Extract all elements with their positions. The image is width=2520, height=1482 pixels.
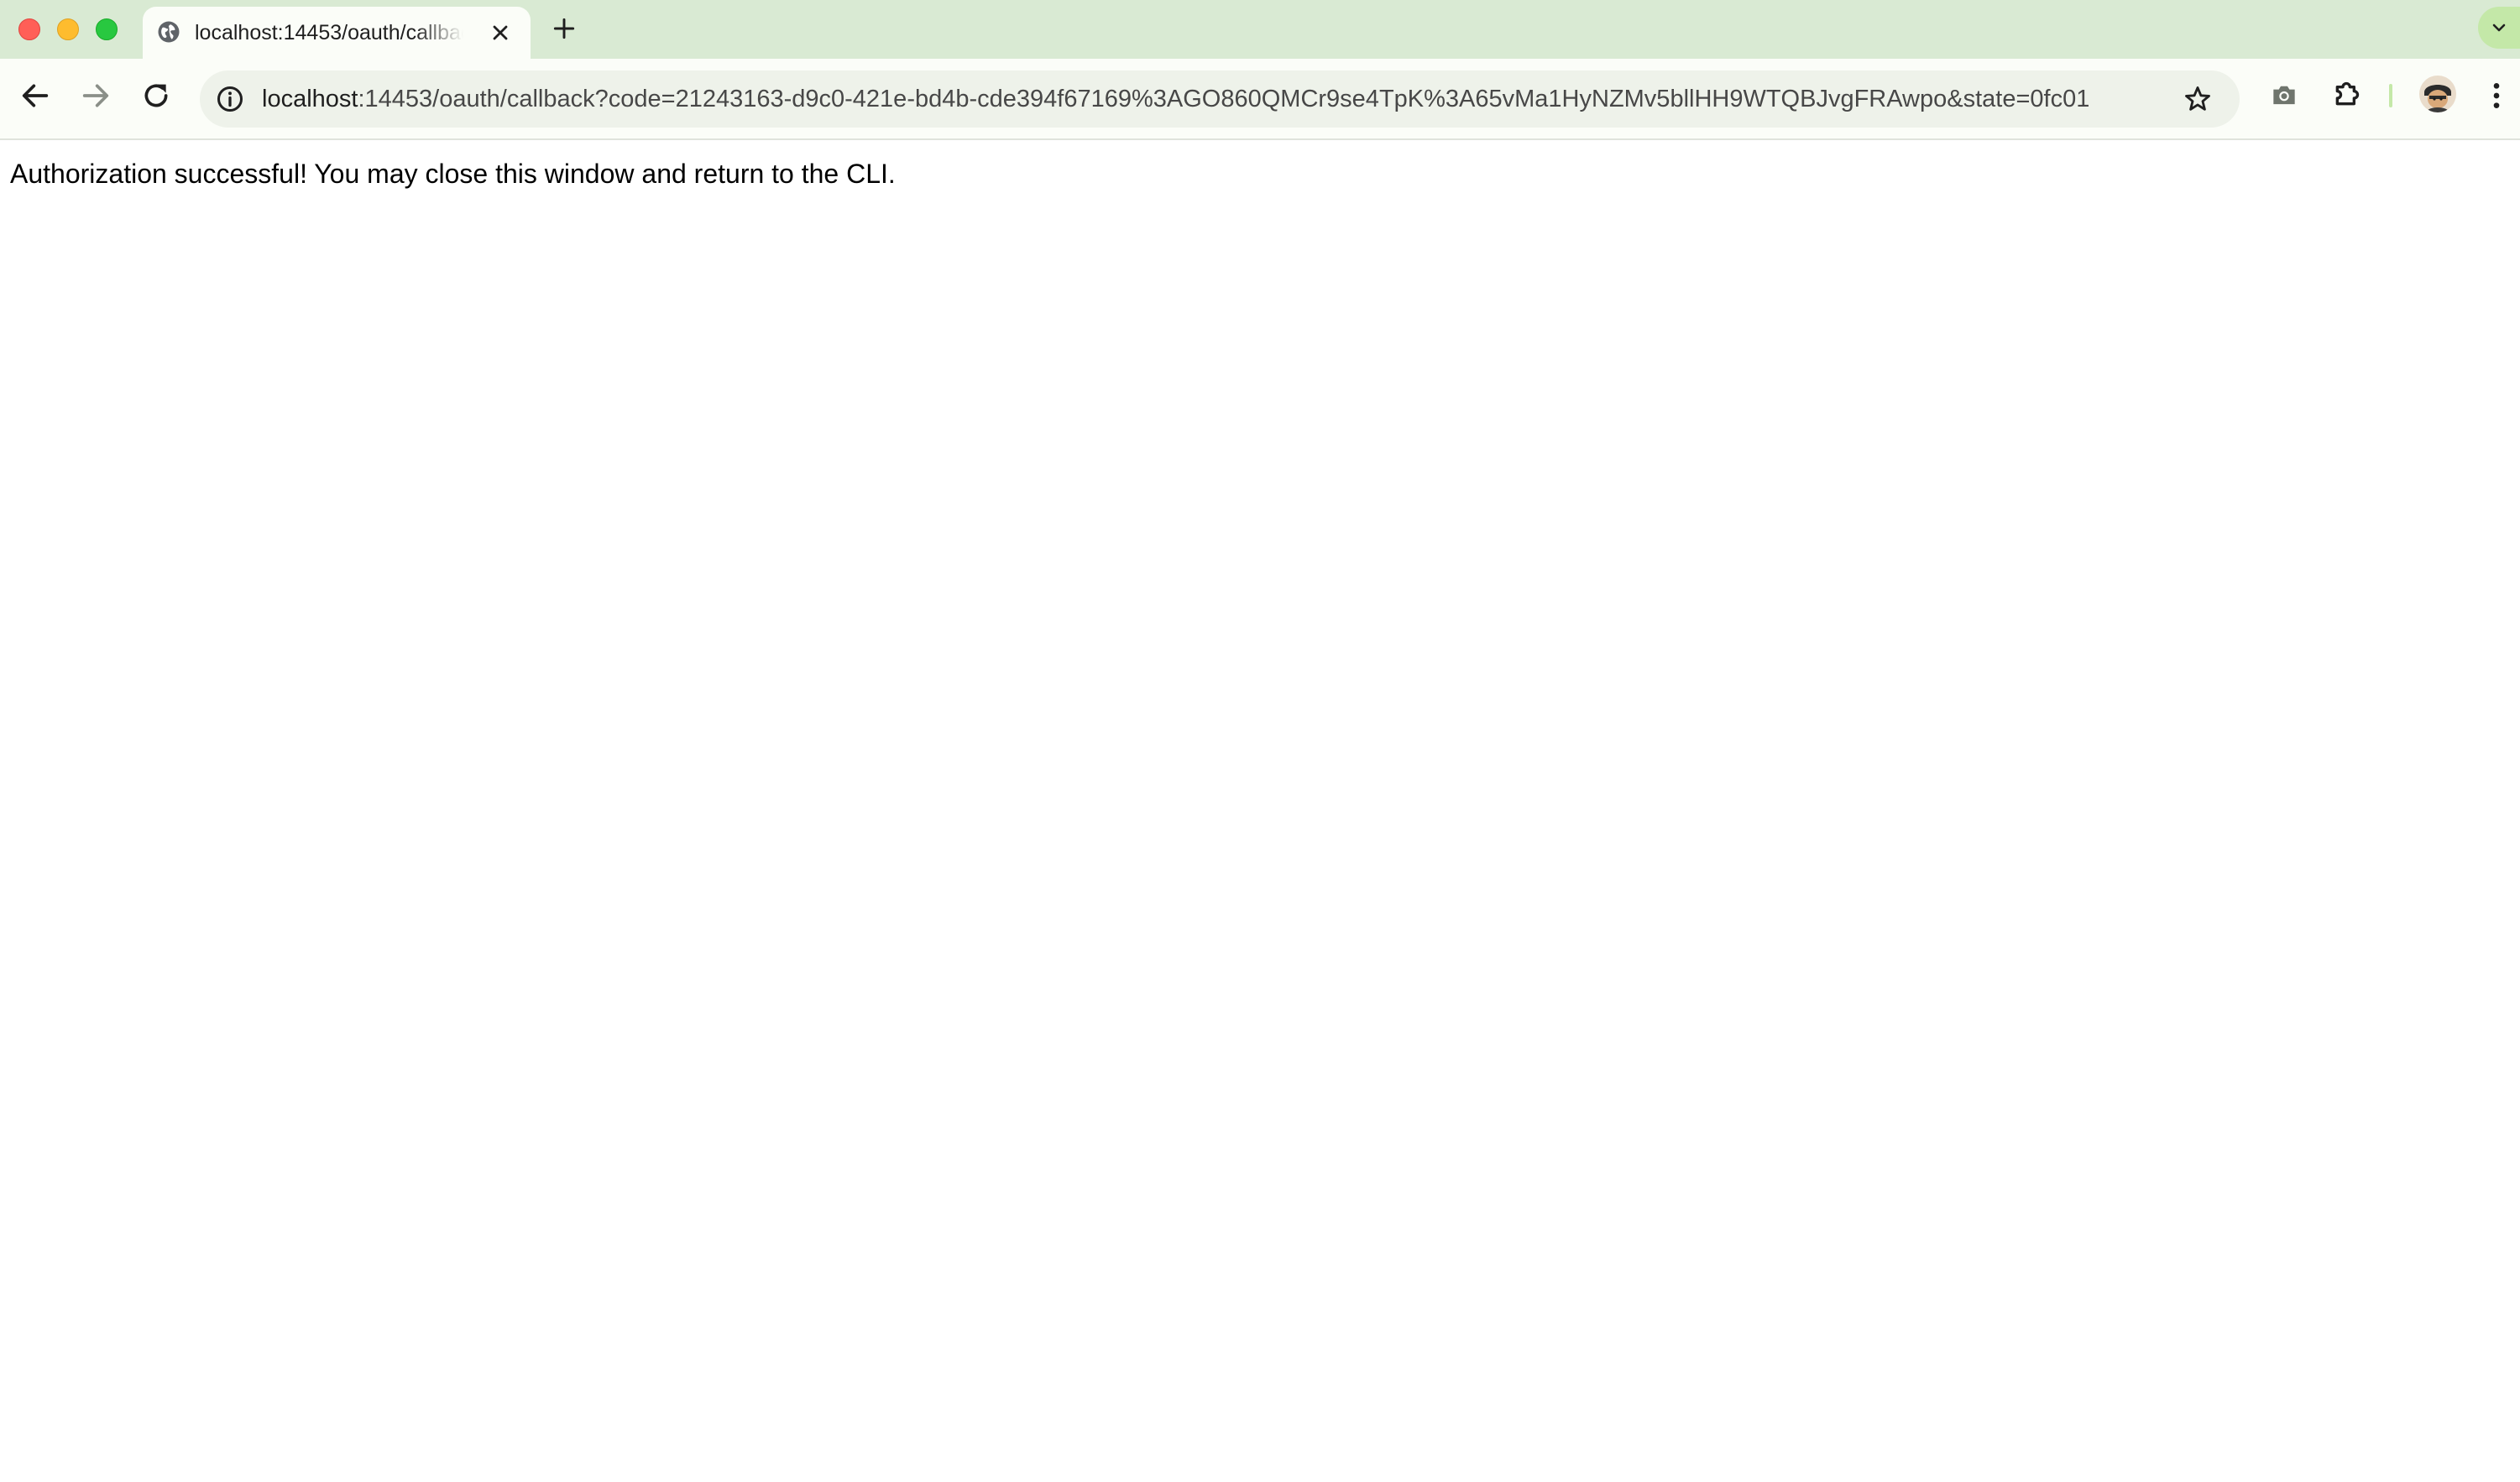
tab-title: localhost:14453/oauth/callback bbox=[195, 21, 463, 44]
toolbar-divider bbox=[2389, 84, 2392, 107]
page-content: Authorization successful! You may close … bbox=[0, 140, 2520, 1482]
forward-arrow-icon[interactable] bbox=[79, 79, 112, 112]
minimize-window-button[interactable] bbox=[57, 18, 79, 40]
reload-icon[interactable] bbox=[139, 79, 173, 112]
more-menu-icon[interactable] bbox=[2485, 79, 2508, 112]
url-text[interactable]: localhost:14453/oauth/callback?code=2124… bbox=[262, 70, 2092, 128]
profile-avatar-icon bbox=[2419, 76, 2456, 112]
browser-toolbar: localhost:14453/oauth/callback?code=2124… bbox=[0, 59, 2520, 140]
url-host: localhost bbox=[262, 86, 358, 112]
address-bar[interactable]: localhost:14453/oauth/callback?code=2124… bbox=[200, 70, 2240, 128]
maximize-window-button[interactable] bbox=[96, 18, 118, 40]
extensions-puzzle-icon[interactable] bbox=[2330, 77, 2364, 111]
new-tab-plus-icon[interactable] bbox=[551, 15, 578, 42]
browser-window: localhost:14453/oauth/callback localhost… bbox=[0, 0, 2520, 1482]
camera-icon[interactable] bbox=[2268, 79, 2300, 111]
tab-strip: localhost:14453/oauth/callback bbox=[0, 0, 2520, 59]
site-info-icon[interactable] bbox=[215, 84, 245, 114]
active-tab[interactable]: localhost:14453/oauth/callback bbox=[143, 7, 531, 59]
globe-icon bbox=[158, 21, 180, 43]
chevron-down-icon bbox=[2492, 23, 2506, 32]
close-tab-icon[interactable] bbox=[489, 21, 512, 44]
back-arrow-icon[interactable] bbox=[18, 79, 52, 112]
authorization-message: Authorization successful! You may close … bbox=[10, 159, 896, 189]
bookmark-star-icon[interactable] bbox=[2183, 84, 2213, 114]
close-window-button[interactable] bbox=[18, 18, 40, 40]
profile-avatar[interactable] bbox=[2419, 76, 2456, 112]
url-path: :14453/oauth/callback?code=21243163-d9c0… bbox=[358, 86, 2092, 112]
tab-search-button[interactable] bbox=[2478, 7, 2520, 49]
